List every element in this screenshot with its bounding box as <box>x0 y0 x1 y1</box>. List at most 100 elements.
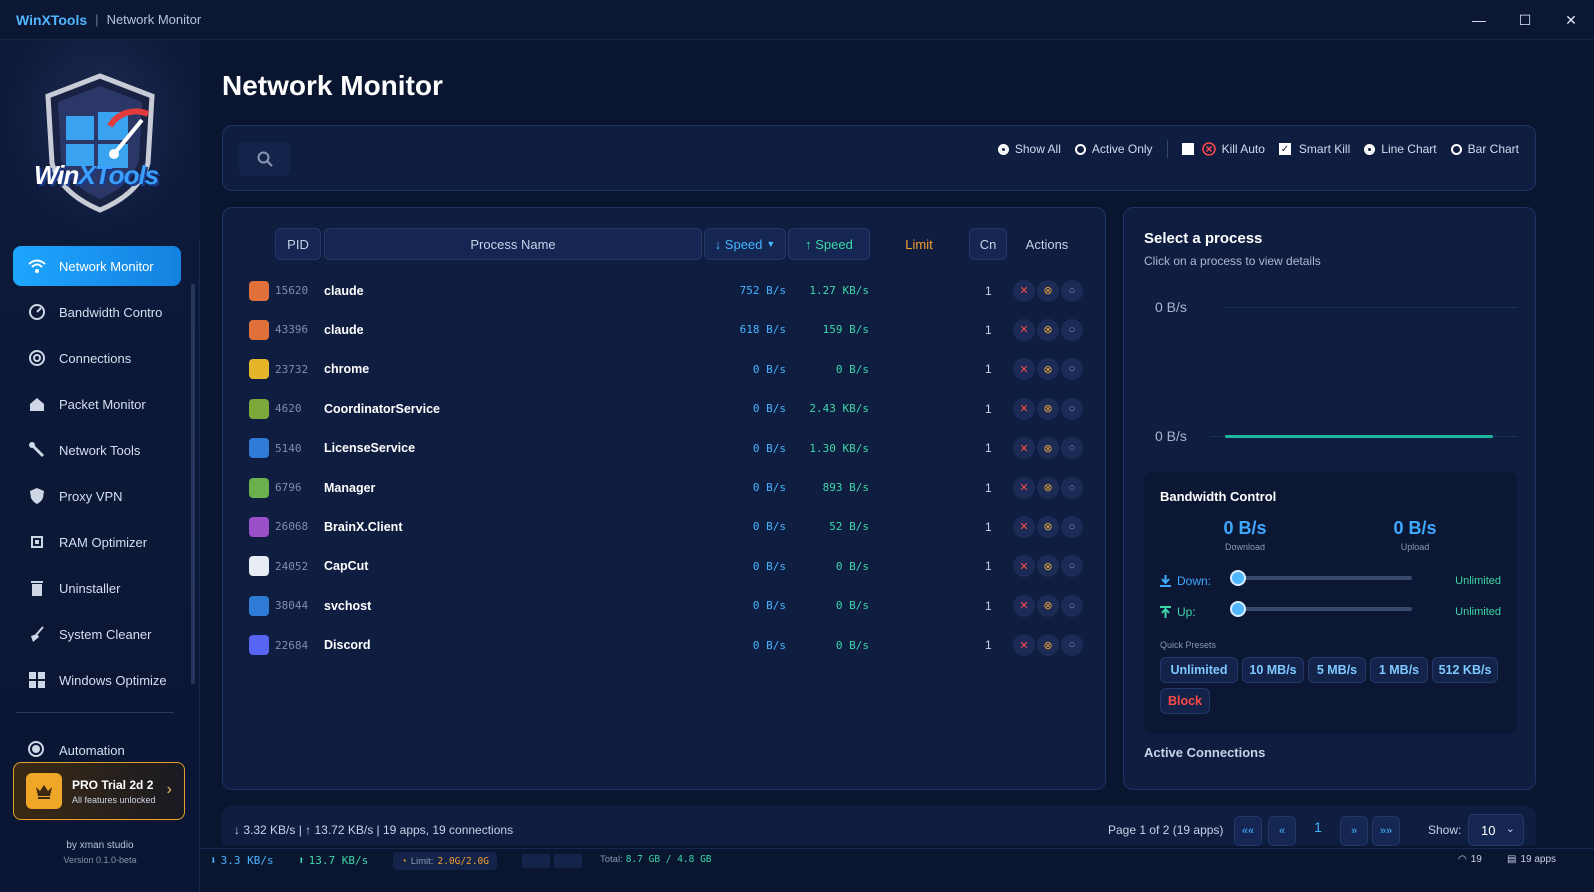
show-all-radio[interactable]: Show All <box>997 142 1061 156</box>
first-page-button[interactable]: «« <box>1234 816 1262 846</box>
toggle-process-button[interactable]: ○ <box>1061 318 1083 341</box>
column-header-pid[interactable]: PID <box>275 228 321 260</box>
kill-auto-checkbox[interactable]: Kill Auto <box>1181 142 1265 156</box>
maximize-button[interactable]: ☐ <box>1502 0 1548 40</box>
sidebar-item-label: Bandwidth Contro <box>59 304 163 320</box>
table-row[interactable]: 6796 Manager 0 B/s 893 B/s 1 ✕ ⊗ ○ <box>223 468 1107 507</box>
limit-process-button[interactable]: ⊗ <box>1037 279 1059 302</box>
download-value: 0 B/s <box>1223 518 1267 538</box>
limit-process-button[interactable]: ⊗ <box>1037 397 1059 420</box>
preset-10mb-button[interactable]: 10 MB/s <box>1242 657 1304 683</box>
down-slider-handle[interactable] <box>1230 570 1246 586</box>
toggle-process-button[interactable]: ○ <box>1061 634 1083 657</box>
kill-process-button[interactable]: ✕ <box>1013 476 1035 499</box>
sidebar-item-label: Windows Optimize <box>59 672 167 688</box>
table-row[interactable]: 5140 LicenseService 0 B/s 1.30 KB/s 1 ✕ ⊗ ○ <box>223 429 1107 468</box>
column-header-down-speed[interactable]: ↓ Speed ▼ <box>704 228 786 260</box>
up-slider-handle[interactable] <box>1230 601 1246 617</box>
toggle-process-button[interactable]: ○ <box>1061 515 1083 538</box>
page-size-select[interactable]: 10 ⌄ <box>1468 814 1524 846</box>
up-limit-label: Up: <box>1160 605 1196 619</box>
next-page-button[interactable]: » <box>1340 816 1368 846</box>
table-row[interactable]: 24052 CapCut 0 B/s 0 B/s 1 ✕ ⊗ ○ <box>223 547 1107 586</box>
sidebar-item-network-monitor[interactable]: Network Monitor <box>13 246 181 286</box>
close-button[interactable]: ✕ <box>1548 0 1594 40</box>
pro-trial-card[interactable]: PRO Trial 2d 2 All features unlocked › <box>13 762 185 820</box>
kill-process-button[interactable]: ✕ <box>1013 555 1035 578</box>
bar-chart-radio[interactable]: Bar Chart <box>1450 142 1519 156</box>
column-header-process-name[interactable]: Process Name <box>324 228 702 260</box>
limit-process-button[interactable]: ⊗ <box>1037 594 1059 617</box>
table-row[interactable]: 22684 Discord 0 B/s 0 B/s 1 ✕ ⊗ ○ <box>223 626 1107 665</box>
sidebar-item-proxy-vpn[interactable]: Proxy VPN <box>13 476 181 516</box>
sidebar-item-automation[interactable]: Automation <box>27 740 125 760</box>
sidebar-item-bandwidth-control[interactable]: Bandwidth Contro <box>13 292 181 332</box>
toggle-process-button[interactable]: ○ <box>1061 279 1083 302</box>
sidebar-item-label: Proxy VPN <box>59 488 123 504</box>
preset-512kb-button[interactable]: 512 KB/s <box>1432 657 1498 683</box>
sidebar-item-network-tools[interactable]: Network Tools <box>13 430 181 470</box>
kill-process-button[interactable]: ✕ <box>1013 437 1035 460</box>
last-page-button[interactable]: »» <box>1372 816 1400 846</box>
column-header-limit[interactable]: Limit <box>889 228 949 260</box>
upload-caption: Upload <box>1400 542 1430 552</box>
preset-unlimited-button[interactable]: Unlimited <box>1160 657 1238 683</box>
sidebar-scrollbar[interactable] <box>191 284 195 684</box>
minimize-button[interactable]: — <box>1456 0 1502 40</box>
download-icon <box>1160 575 1171 587</box>
toggle-process-button[interactable]: ○ <box>1061 397 1083 420</box>
sidebar-item-windows-optimizer[interactable]: Windows Optimize <box>13 660 181 700</box>
row-process-name: svchost <box>324 598 372 613</box>
sidebar-item-connections[interactable]: Connections <box>13 338 181 378</box>
wrench-icon <box>27 440 47 460</box>
prev-page-button[interactable]: « <box>1268 816 1296 846</box>
limit-process-button[interactable]: ⊗ <box>1037 634 1059 657</box>
table-row[interactable]: 15620 claude 752 B/s 1.27 KB/s 1 ✕ ⊗ ○ <box>223 271 1107 310</box>
column-header-up-speed[interactable]: ↑ Speed <box>788 228 870 260</box>
toggle-process-button[interactable]: ○ <box>1061 555 1083 578</box>
down-limit-slider[interactable] <box>1238 576 1412 580</box>
toggle-process-button[interactable]: ○ <box>1061 594 1083 617</box>
kill-process-button[interactable]: ✕ <box>1013 279 1035 302</box>
search-input[interactable] <box>239 142 291 176</box>
table-row[interactable]: 4620 CoordinatorService 0 B/s 2.43 KB/s 1 ✕ ⊗ ○ <box>223 389 1107 428</box>
table-row[interactable]: 43396 claude 618 B/s 159 B/s 1 ✕ ⊗ ○ <box>223 310 1107 349</box>
limit-process-button[interactable]: ⊗ <box>1037 437 1059 460</box>
chart-series-line <box>1225 435 1493 438</box>
gauge-icon: ◔ <box>401 855 407 867</box>
sidebar-item-packet-monitor[interactable]: Packet Monitor <box>13 384 181 424</box>
kill-process-button[interactable]: ✕ <box>1013 634 1035 657</box>
limit-process-button[interactable]: ⊗ <box>1037 555 1059 578</box>
column-header-cn[interactable]: Cn <box>969 228 1007 260</box>
kill-process-button[interactable]: ✕ <box>1013 515 1035 538</box>
block-button[interactable]: Block <box>1160 688 1210 714</box>
kill-process-button[interactable]: ✕ <box>1013 358 1035 381</box>
table-row[interactable]: 26068 BrainX.Client 0 B/s 52 B/s 1 ✕ ⊗ ○ <box>223 507 1107 546</box>
sidebar-item-ram-optimizer[interactable]: RAM Optimizer <box>13 522 181 562</box>
toggle-process-button[interactable]: ○ <box>1061 476 1083 499</box>
table-row[interactable]: 38044 svchost 0 B/s 0 B/s 1 ✕ ⊗ ○ <box>223 586 1107 625</box>
limit-process-button[interactable]: ⊗ <box>1037 515 1059 538</box>
status-apps-count: 19 apps <box>1520 854 1557 865</box>
limit-process-button[interactable]: ⊗ <box>1037 318 1059 341</box>
current-page[interactable]: 1 <box>1304 812 1332 842</box>
smart-kill-checkbox[interactable]: ✓ Smart Kill <box>1278 142 1350 156</box>
up-limit-slider[interactable] <box>1238 607 1412 611</box>
preset-1mb-button[interactable]: 1 MB/s <box>1370 657 1428 683</box>
table-row[interactable]: 23732 chrome 0 B/s 0 B/s 1 ✕ ⊗ ○ <box>223 350 1107 389</box>
kill-process-button[interactable]: ✕ <box>1013 397 1035 420</box>
toggle-process-button[interactable]: ○ <box>1061 437 1083 460</box>
sidebar-item-system-cleaner[interactable]: System Cleaner <box>13 614 181 654</box>
active-only-radio[interactable]: Active Only <box>1074 142 1153 156</box>
toggle-process-button[interactable]: ○ <box>1061 358 1083 381</box>
sidebar-item-label: Automation <box>59 742 125 758</box>
preset-5mb-button[interactable]: 5 MB/s <box>1308 657 1366 683</box>
line-chart-radio[interactable]: Line Chart <box>1364 142 1437 156</box>
limit-process-button[interactable]: ⊗ <box>1037 476 1059 499</box>
process-icon <box>249 635 269 656</box>
sidebar-item-uninstaller[interactable]: Uninstaller <box>13 568 181 608</box>
kill-process-button[interactable]: ✕ <box>1013 318 1035 341</box>
row-up-speed: 0 B/s <box>835 362 869 376</box>
kill-process-button[interactable]: ✕ <box>1013 594 1035 617</box>
limit-process-button[interactable]: ⊗ <box>1037 358 1059 381</box>
